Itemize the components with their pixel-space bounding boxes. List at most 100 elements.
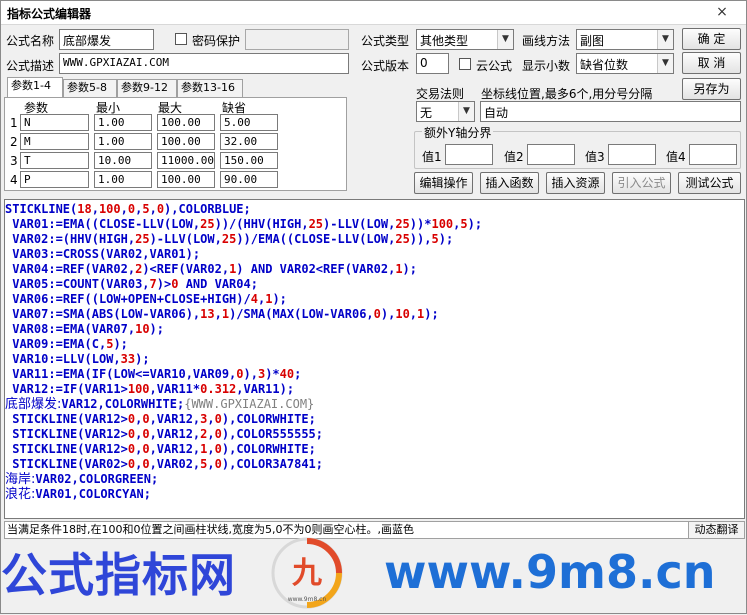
- chevron-down-icon: ▼: [657, 54, 673, 73]
- insert-function-button[interactable]: 插入函数: [480, 172, 539, 194]
- decimals-select[interactable]: 缺省位数 ▼: [576, 53, 674, 74]
- password-input: [245, 29, 349, 50]
- tab-params-13-16[interactable]: 参数13-16: [177, 79, 243, 97]
- code-line: VAR10:=LLV(LOW,33);: [12, 352, 150, 366]
- coord-line-label: 坐标线位置,最多6个,用分号分隔: [481, 87, 653, 101]
- param-default-input[interactable]: 5.00: [220, 114, 278, 131]
- insert-resource-button[interactable]: 插入资源: [546, 172, 605, 194]
- watermark-logo-sub: www.9m8.cn: [288, 596, 327, 603]
- param-default-input[interactable]: 90.00: [220, 171, 278, 188]
- y-value-4-label: 值4: [666, 150, 686, 164]
- code-line: VAR01:=EMA((CLOSE-LLV(LOW,25))/(HHV(HIGH…: [12, 217, 483, 231]
- draw-method-select[interactable]: 副图 ▼: [576, 29, 674, 50]
- formula-version-label: 公式版本: [361, 59, 410, 73]
- trade-rule-label: 交易法则: [416, 87, 465, 101]
- tab-params-9-12[interactable]: 参数9-12: [117, 79, 177, 97]
- password-checkbox[interactable]: [175, 33, 187, 45]
- ok-button[interactable]: 确 定: [682, 28, 741, 50]
- code-line: VAR07:=SMA(ABS(LOW-VAR06),13,1)/SMA(MAX(…: [12, 307, 439, 321]
- chevron-down-icon: ▼: [458, 102, 474, 121]
- code-line: VAR04:=REF(VAR02,2)<REF(VAR02,1) AND VAR…: [12, 262, 417, 276]
- code-line: VAR12:=IF(VAR11>100,VAR11*0.312,VAR11);: [12, 382, 295, 396]
- chevron-down-icon: ▼: [497, 30, 513, 49]
- param-max-input[interactable]: 100.00: [157, 133, 215, 150]
- title-bar: 指标公式编辑器 ×: [1, 1, 746, 25]
- formula-desc-label: 公式描述: [6, 59, 55, 73]
- code-line: 海岸:VAR02,COLORGREEN;: [5, 472, 159, 487]
- close-icon[interactable]: ×: [714, 4, 730, 20]
- formula-name-input[interactable]: 底部爆发: [59, 29, 154, 50]
- code-line: VAR09:=EMA(C,5);: [12, 337, 128, 351]
- draw-method-value: 副图: [580, 34, 605, 48]
- params-panel: 参数 最小 最大 缺省 1 N 1.00 100.00 5.00 2 M 1.0…: [4, 97, 347, 191]
- formula-type-label: 公式类型: [361, 34, 410, 48]
- y-value-3-label: 值3: [585, 150, 605, 164]
- tab-params-1-4[interactable]: 参数1-4: [7, 77, 63, 97]
- import-formula-button[interactable]: 引入公式: [612, 172, 671, 194]
- coord-line-input[interactable]: 自动: [480, 101, 741, 122]
- code-line: VAR11:=EMA(IF(LOW<=VAR10,VAR09,0),3)*40;: [12, 367, 302, 381]
- param-min-input[interactable]: 10.00: [94, 152, 152, 169]
- formula-version-input[interactable]: 0: [416, 53, 449, 74]
- formula-editor-window: 指标公式编辑器 × 公式名称 底部爆发 密码保护 公式类型 其他类型 ▼ 画线方…: [0, 0, 747, 614]
- code-line: VAR08:=EMA(VAR07,10);: [12, 322, 164, 336]
- code-line: VAR02:=(HHV(HIGH,25)-LLV(LOW,25))/EMA((C…: [12, 232, 454, 246]
- chevron-down-icon: ▼: [657, 30, 673, 49]
- y-value-2-label: 值2: [504, 150, 524, 164]
- code-line: STICKLINE(18,100,0,5,0),COLORBLUE;: [5, 202, 251, 216]
- code-line: VAR05:=COUNT(VAR03,7)>0 AND VAR04;: [12, 277, 258, 291]
- edit-operations-button[interactable]: 编辑操作: [414, 172, 473, 194]
- param-min-input[interactable]: 1.00: [94, 171, 152, 188]
- password-label: 密码保护: [192, 34, 241, 48]
- param-row-index: 4: [10, 173, 18, 187]
- param-row-index: 1: [10, 116, 18, 130]
- param-name-input[interactable]: P: [20, 171, 89, 188]
- watermark-right-text: www.9m8.cn: [384, 545, 716, 599]
- y-value-4-input[interactable]: [689, 144, 737, 165]
- tab-params-5-8[interactable]: 参数5-8: [63, 79, 117, 97]
- test-formula-button[interactable]: 测试公式: [678, 172, 741, 194]
- cloud-formula-label: 云公式: [476, 59, 513, 73]
- code-line: STICKLINE(VAR12>0,0,VAR12,3,0),COLORWHIT…: [12, 412, 316, 426]
- param-max-input[interactable]: 100.00: [157, 114, 215, 131]
- formula-code-editor[interactable]: STICKLINE(18,100,0,5,0),COLORBLUE; VAR01…: [4, 199, 745, 519]
- cloud-formula-checkbox[interactable]: [459, 58, 471, 70]
- extra-y-axis-title: 额外Y轴分界: [422, 124, 494, 141]
- param-row-index: 3: [10, 154, 18, 168]
- param-name-input[interactable]: T: [20, 152, 89, 169]
- formula-type-select[interactable]: 其他类型 ▼: [416, 29, 514, 50]
- trade-rule-select[interactable]: 无 ▼: [416, 101, 475, 122]
- param-row-index: 2: [10, 135, 18, 149]
- window-title: 指标公式编辑器: [7, 7, 92, 21]
- code-line: 底部爆发:VAR12,COLORWHITE;{WWW.GPXIAZAI.COM}: [5, 397, 315, 412]
- param-min-input[interactable]: 1.00: [94, 133, 152, 150]
- param-default-input[interactable]: 32.00: [220, 133, 278, 150]
- draw-method-label: 画线方法: [522, 34, 571, 48]
- code-line: STICKLINE(VAR02>0,0,VAR02,5,0),COLOR3A78…: [12, 457, 324, 471]
- decimals-value: 缺省位数: [580, 58, 629, 72]
- save-as-button[interactable]: 另存为: [682, 78, 741, 100]
- y-value-1-input[interactable]: [445, 144, 493, 165]
- watermark-logo: 九 www.9m8.cn: [271, 537, 343, 609]
- code-line: VAR03:=CROSS(VAR02,VAR01);: [12, 247, 201, 261]
- code-line: 浪花:VAR01,COLORCYAN;: [5, 487, 152, 502]
- y-value-3-input[interactable]: [608, 144, 656, 165]
- cancel-button[interactable]: 取 消: [682, 52, 741, 74]
- y-value-2-input[interactable]: [527, 144, 575, 165]
- watermark-banner: 公式指标网 九 www.9m8.cn www.9m8.cn: [1, 529, 747, 615]
- y-value-1-label: 值1: [422, 150, 442, 164]
- formula-type-value: 其他类型: [420, 34, 469, 48]
- param-default-input[interactable]: 150.00: [220, 152, 278, 169]
- formula-desc-input[interactable]: WWW.GPXIAZAI.COM: [59, 53, 349, 74]
- param-name-input[interactable]: M: [20, 133, 89, 150]
- code-line: STICKLINE(VAR12>0,0,VAR12,2,0),COLOR5555…: [12, 427, 324, 441]
- param-min-input[interactable]: 1.00: [94, 114, 152, 131]
- param-name-input[interactable]: N: [20, 114, 89, 131]
- formula-name-label: 公式名称: [6, 34, 55, 48]
- code-line: STICKLINE(VAR12>0,0,VAR12,1,0),COLORWHIT…: [12, 442, 316, 456]
- decimals-label: 显示小数: [522, 59, 571, 73]
- param-max-input[interactable]: 100.00: [157, 171, 215, 188]
- trade-rule-value: 无: [420, 106, 433, 120]
- param-max-input[interactable]: 11000.00: [157, 152, 215, 169]
- watermark-left-text: 公式指标网: [1, 548, 236, 602]
